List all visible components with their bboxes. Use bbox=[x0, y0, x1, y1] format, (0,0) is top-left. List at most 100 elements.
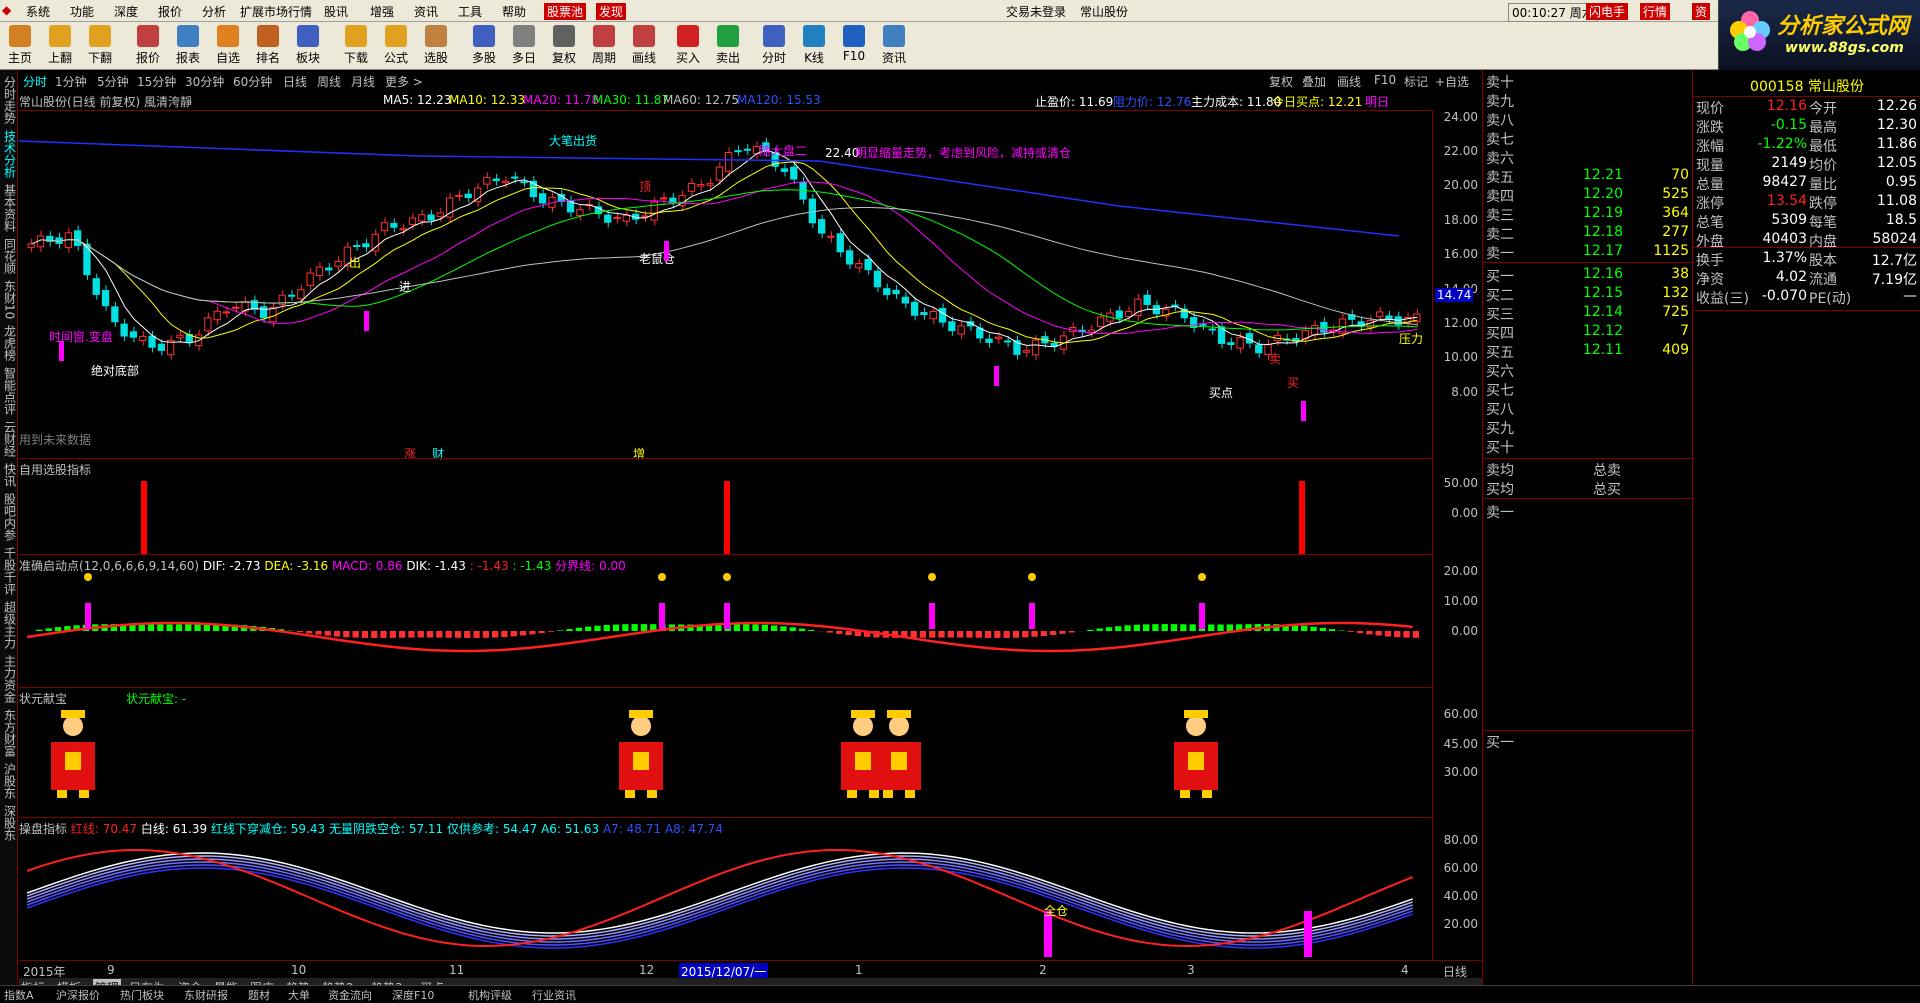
menu-function[interactable]: 功能 bbox=[70, 3, 94, 20]
macd-bar bbox=[1013, 631, 1019, 638]
menu-news[interactable]: 股讯 bbox=[324, 3, 348, 20]
period-5min[interactable]: 5分钟 bbox=[97, 73, 129, 90]
menu-quote[interactable]: 报价 bbox=[158, 3, 182, 20]
menu-extended[interactable]: 扩展市场行情 bbox=[240, 3, 312, 20]
mark-button[interactable]: 标记 bbox=[1404, 73, 1428, 90]
menu-enhance[interactable]: 增强 bbox=[370, 3, 394, 20]
macd-bar bbox=[1097, 628, 1103, 631]
period-month[interactable]: 月线 bbox=[351, 73, 375, 90]
toolbar-17-button[interactable]: 卖出 bbox=[708, 25, 748, 66]
f10-button[interactable]: F10 bbox=[1374, 73, 1396, 87]
status-item-9[interactable]: 行业资讯 bbox=[532, 987, 576, 1003]
status-item-4[interactable]: 题材 bbox=[248, 987, 270, 1003]
leftnav-item-1[interactable]: 技术分析 bbox=[2, 130, 16, 178]
toolbar-16-button[interactable]: 买入 bbox=[668, 25, 708, 66]
macd-panel[interactable]: 准确启动点(12,0,6,6,6,9,14,60) DIF: -2.73 DEA… bbox=[19, 554, 1432, 687]
toolbar-1-button[interactable]: 上翻 bbox=[40, 25, 80, 66]
menu-info[interactable]: 资讯 bbox=[414, 3, 438, 20]
app-icon[interactable]: ◆ bbox=[2, 3, 11, 17]
period-day[interactable]: 日线 bbox=[283, 73, 307, 90]
custom-indicator-panel[interactable]: 自用选股指标 bbox=[19, 458, 1432, 554]
leftnav-item-0[interactable]: 分时走势 bbox=[2, 76, 16, 124]
toolbar-7-button[interactable]: 板块 bbox=[288, 25, 328, 66]
leftnav-item-11[interactable]: 超级主力 bbox=[2, 601, 16, 649]
toolbar-19-button[interactable]: K线 bbox=[794, 25, 834, 66]
menu-stock-pool[interactable]: 股票池 bbox=[544, 3, 586, 20]
toolbar-2-button[interactable]: 下翻 bbox=[80, 25, 120, 66]
period-week[interactable]: 周线 bbox=[317, 73, 341, 90]
leftnav-item-7[interactable]: 云财经 bbox=[2, 421, 16, 457]
leftnav-item-10[interactable]: 千股千评 bbox=[2, 547, 16, 595]
leftnav-item-3[interactable]: 同花顺 bbox=[2, 238, 16, 274]
status-item-0[interactable]: 指数A bbox=[4, 987, 34, 1003]
leftnav-item-13[interactable]: 东方财富 bbox=[2, 709, 16, 757]
axis-tick: 10.00 bbox=[1444, 594, 1478, 608]
status-item-7[interactable]: 深度F10 bbox=[392, 987, 434, 1003]
leftnav-item-12[interactable]: 主力资金 bbox=[2, 655, 16, 703]
period-30min[interactable]: 30分钟 bbox=[185, 73, 224, 90]
zhuangyuan-panel[interactable]: 状元献宝 状元献宝: - bbox=[19, 687, 1432, 817]
leftnav-item-6[interactable]: 智能点评 bbox=[2, 367, 16, 415]
candle bbox=[456, 190, 462, 201]
toolbar-13-button[interactable]: 复权 bbox=[544, 25, 584, 66]
period-more[interactable]: 更多 > bbox=[385, 73, 423, 90]
add-watchlist-button[interactable]: +自选 bbox=[1435, 73, 1469, 90]
toolbar-12-button[interactable]: 多日 bbox=[504, 25, 544, 66]
menu-depth[interactable]: 深度 bbox=[114, 3, 138, 20]
menu-system[interactable]: 系统 bbox=[26, 3, 50, 20]
logo-url: www.88gs.com bbox=[1785, 40, 1904, 56]
toolbar-21-button[interactable]: 资讯 bbox=[874, 25, 914, 66]
candle bbox=[1228, 338, 1234, 350]
zi-button[interactable]: 资 bbox=[1692, 3, 1710, 20]
candle bbox=[484, 172, 490, 189]
toolbar-9-button[interactable]: 公式 bbox=[376, 25, 416, 66]
macd-bar bbox=[446, 631, 452, 638]
macd-bar bbox=[1004, 631, 1010, 638]
leftnav-item-2[interactable]: 基本资料 bbox=[2, 184, 16, 232]
status-item-1[interactable]: 沪深报价 bbox=[56, 987, 100, 1003]
status-item-6[interactable]: 资金流向 bbox=[328, 987, 372, 1003]
leftnav-item-15[interactable]: 深股东 bbox=[2, 805, 16, 841]
period-realtime[interactable]: 分时 bbox=[23, 73, 47, 90]
toolbar-15-button[interactable]: 画线 bbox=[624, 25, 664, 66]
draw-button[interactable]: 画线 bbox=[1337, 73, 1361, 90]
toolbar-6-button[interactable]: 排名 bbox=[248, 25, 288, 66]
overlay-button[interactable]: 叠加 bbox=[1302, 73, 1326, 90]
toolbar-11-button[interactable]: 多股 bbox=[464, 25, 504, 66]
period-15min[interactable]: 15分钟 bbox=[137, 73, 176, 90]
rights-button[interactable]: 复权 bbox=[1269, 73, 1293, 90]
leftnav-item-8[interactable]: 快讯 bbox=[2, 463, 16, 487]
logo-title: 分析家公式网 bbox=[1777, 8, 1909, 40]
leftnav-item-5[interactable]: 龙虎榜 bbox=[2, 325, 16, 361]
leftnav-item-9[interactable]: 股吧内参 bbox=[2, 493, 16, 541]
kline-panel[interactable]: 大笔出货随大盘二22.40明显缩量走势，考虑到风险，减持或清仓进出顶老鼠仓时间窗… bbox=[19, 110, 1432, 458]
menu-tools[interactable]: 工具 bbox=[458, 3, 482, 20]
period-60min[interactable]: 60分钟 bbox=[233, 73, 272, 90]
toolbar-20-button[interactable]: F10 bbox=[834, 25, 874, 63]
operation-panel[interactable]: 操盘指标 红线: 70.47 白线: 61.39 红线下穿减仓: 59.43 无… bbox=[19, 817, 1432, 960]
flash-trade-button[interactable]: 闪电手 bbox=[1586, 3, 1628, 20]
leftnav-item-4[interactable]: 东财10 bbox=[2, 280, 16, 319]
status-item-8[interactable]: 机构评级 bbox=[468, 987, 512, 1003]
toolbar-18-button[interactable]: 分时 bbox=[754, 25, 794, 66]
status-item-2[interactable]: 热门板块 bbox=[120, 987, 164, 1003]
quote-button[interactable]: 行情 bbox=[1640, 3, 1670, 20]
macd-bar bbox=[585, 627, 591, 631]
quote-cell: 40403 bbox=[1743, 231, 1807, 247]
status-item-5[interactable]: 大单 bbox=[288, 987, 310, 1003]
toolbar-8-button[interactable]: 下载 bbox=[336, 25, 376, 66]
toolbar-14-button[interactable]: 周期 bbox=[584, 25, 624, 66]
menu-analysis[interactable]: 分析 bbox=[202, 3, 226, 20]
toolbar-5-button[interactable]: 自选 bbox=[208, 25, 248, 66]
toolbar-0-button[interactable]: 主页 bbox=[0, 25, 40, 66]
status-item-3[interactable]: 东财研报 bbox=[184, 987, 228, 1003]
hand-icon bbox=[928, 573, 936, 581]
toolbar-10-button[interactable]: 选股 bbox=[416, 25, 456, 66]
menu-discover[interactable]: 发现 bbox=[596, 3, 626, 20]
leftnav-item-14[interactable]: 沪股东 bbox=[2, 763, 16, 799]
toolbar-4-button[interactable]: 报表 bbox=[168, 25, 208, 66]
candle bbox=[326, 263, 332, 275]
toolbar-3-button[interactable]: 报价 bbox=[128, 25, 168, 66]
period-1min[interactable]: 1分钟 bbox=[55, 73, 87, 90]
menu-help[interactable]: 帮助 bbox=[502, 3, 526, 20]
